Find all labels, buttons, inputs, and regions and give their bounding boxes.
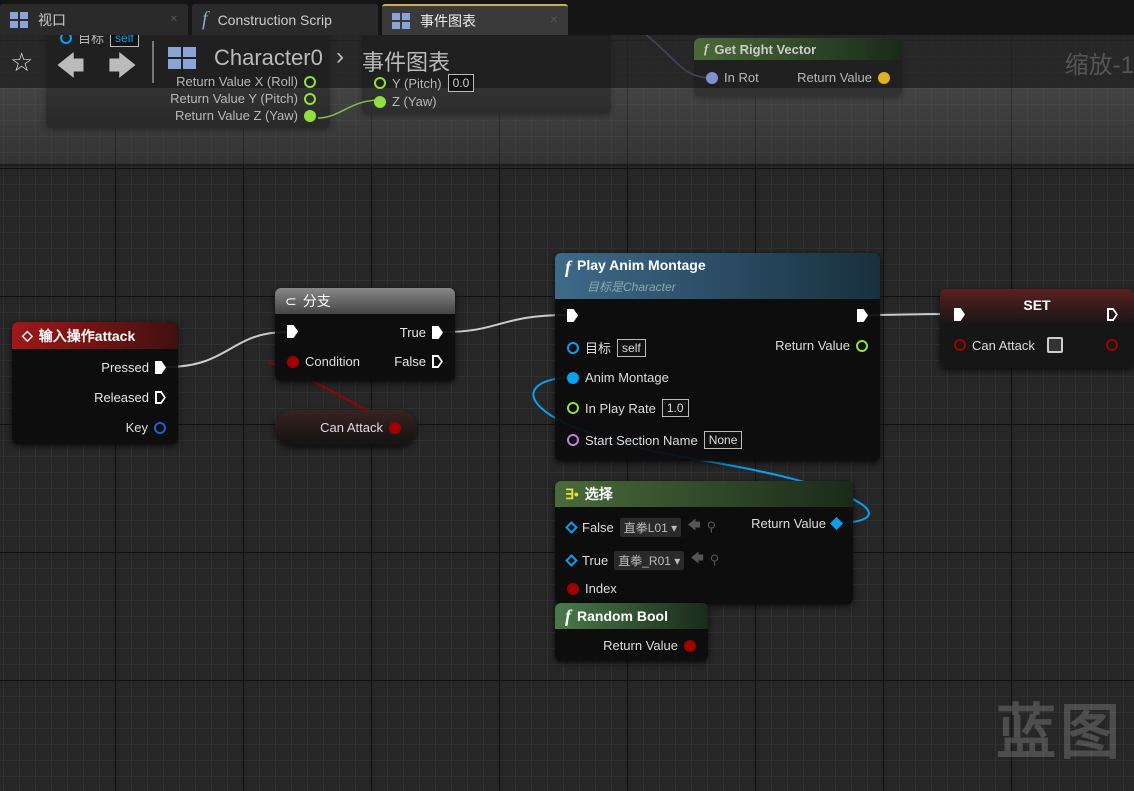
- pressed-exec-pin[interactable]: [155, 361, 166, 374]
- false-option-pin[interactable]: [565, 520, 578, 534]
- branch-node[interactable]: ⊂ 分支 True Condition False: [275, 288, 455, 381]
- event-graph-icon: [392, 12, 410, 29]
- exec-in-pin[interactable]: [954, 308, 965, 321]
- blueprint-watermark: 蓝图: [996, 699, 1124, 766]
- input-action-node[interactable]: ◇ 输入操作attack Pressed Released Key: [12, 322, 178, 444]
- divider: [152, 41, 154, 83]
- select-icon: ∃•: [565, 485, 579, 502]
- exec-out-pin[interactable]: [857, 309, 868, 322]
- breadcrumb-current: 事件图表: [362, 50, 451, 75]
- true-asset-dropdown[interactable]: 直拳_R01 ▾: [614, 550, 685, 570]
- favorite-star-icon[interactable]: ☆: [10, 47, 33, 78]
- rotator-pin[interactable]: [706, 71, 718, 84]
- float-pin[interactable]: [374, 95, 386, 108]
- tab-bar: 视口 ✕ f Construction Scrip 事件图表 ✕: [0, 0, 1134, 35]
- section-name-pin[interactable]: [567, 434, 579, 446]
- vector-pin[interactable]: [878, 71, 890, 84]
- random-bool-node[interactable]: f Random Bool Return Value: [555, 603, 708, 661]
- false-asset-dropdown[interactable]: 直拳L01 ▾: [619, 517, 682, 537]
- browse-search-icon[interactable]: ⚲: [707, 519, 717, 535]
- false-exec-pin[interactable]: [432, 355, 443, 368]
- close-icon[interactable]: ✕: [170, 14, 178, 25]
- breadcrumb-bar: ☆ 🡄 🡆 Character0 › 事件图表 缩放-1: [0, 35, 1134, 88]
- play-anim-montage-node[interactable]: f Play Anim Montage 目标是Character 目标 self R…: [555, 253, 880, 461]
- function-icon: f: [565, 605, 571, 626]
- return-value-pin[interactable]: [830, 517, 843, 530]
- true-exec-pin[interactable]: [432, 326, 443, 339]
- zoom-label: 缩放-1: [1064, 52, 1134, 79]
- tab-viewport[interactable]: 视口 ✕: [0, 4, 188, 35]
- float-pin[interactable]: [374, 77, 386, 89]
- function-icon: f: [565, 257, 571, 277]
- viewport-grid-icon: [10, 11, 28, 28]
- key-pin[interactable]: [154, 421, 166, 434]
- back-arrow-icon[interactable]: 🡄: [56, 45, 85, 93]
- float-pin[interactable]: [304, 92, 316, 105]
- use-asset-arrow-icon[interactable]: 🡄: [690, 549, 703, 571]
- branch-icon: ⊂: [285, 292, 297, 309]
- released-exec-pin[interactable]: [155, 391, 166, 404]
- bool-in-pin[interactable]: [954, 339, 966, 351]
- bool-return-pin[interactable]: [684, 639, 696, 652]
- target-pin[interactable]: [567, 341, 579, 354]
- anim-montage-pin[interactable]: [567, 371, 579, 384]
- breadcrumb-root[interactable]: Character0: [214, 45, 323, 71]
- float-pin[interactable]: [304, 75, 316, 88]
- condition-pin[interactable]: [287, 355, 299, 368]
- event-diamond-icon: ◇: [22, 327, 33, 343]
- set-can-attack-node[interactable]: SET Can Attack: [940, 289, 1134, 368]
- can-attack-checkbox[interactable]: [1046, 337, 1063, 353]
- select-node[interactable]: ∃• 选择 False 直拳L01 ▾ 🡄 ⚲ Return Value True 直拳_…: [555, 481, 853, 604]
- function-icon: f: [202, 8, 208, 30]
- bool-out-pin[interactable]: [1106, 339, 1118, 351]
- tab-construction-script[interactable]: f Construction Scrip: [192, 4, 378, 35]
- use-asset-arrow-icon[interactable]: 🡄: [687, 516, 700, 538]
- can-attack-getter-node[interactable]: Can Attack: [275, 410, 417, 446]
- index-pin[interactable]: [567, 582, 579, 595]
- blueprint-icon: [168, 47, 196, 69]
- return-value-pin[interactable]: [856, 339, 868, 352]
- browse-search-icon[interactable]: ⚲: [710, 552, 720, 568]
- forward-arrow-icon[interactable]: 🡆: [108, 45, 137, 93]
- exec-out-pin[interactable]: [1107, 308, 1118, 321]
- exec-wire: [443, 314, 568, 333]
- bool-pin[interactable]: [389, 421, 401, 434]
- true-option-pin[interactable]: [565, 553, 578, 567]
- function-icon: f: [704, 41, 709, 56]
- float-pin[interactable]: [304, 109, 316, 122]
- chevron-right-icon: ›: [336, 43, 344, 70]
- exec-in-pin[interactable]: [287, 325, 298, 338]
- tab-event-graph[interactable]: 事件图表 ✕: [382, 4, 568, 35]
- exec-in-pin[interactable]: [567, 309, 578, 322]
- close-icon[interactable]: ✕: [550, 15, 558, 26]
- play-rate-pin[interactable]: [567, 402, 579, 414]
